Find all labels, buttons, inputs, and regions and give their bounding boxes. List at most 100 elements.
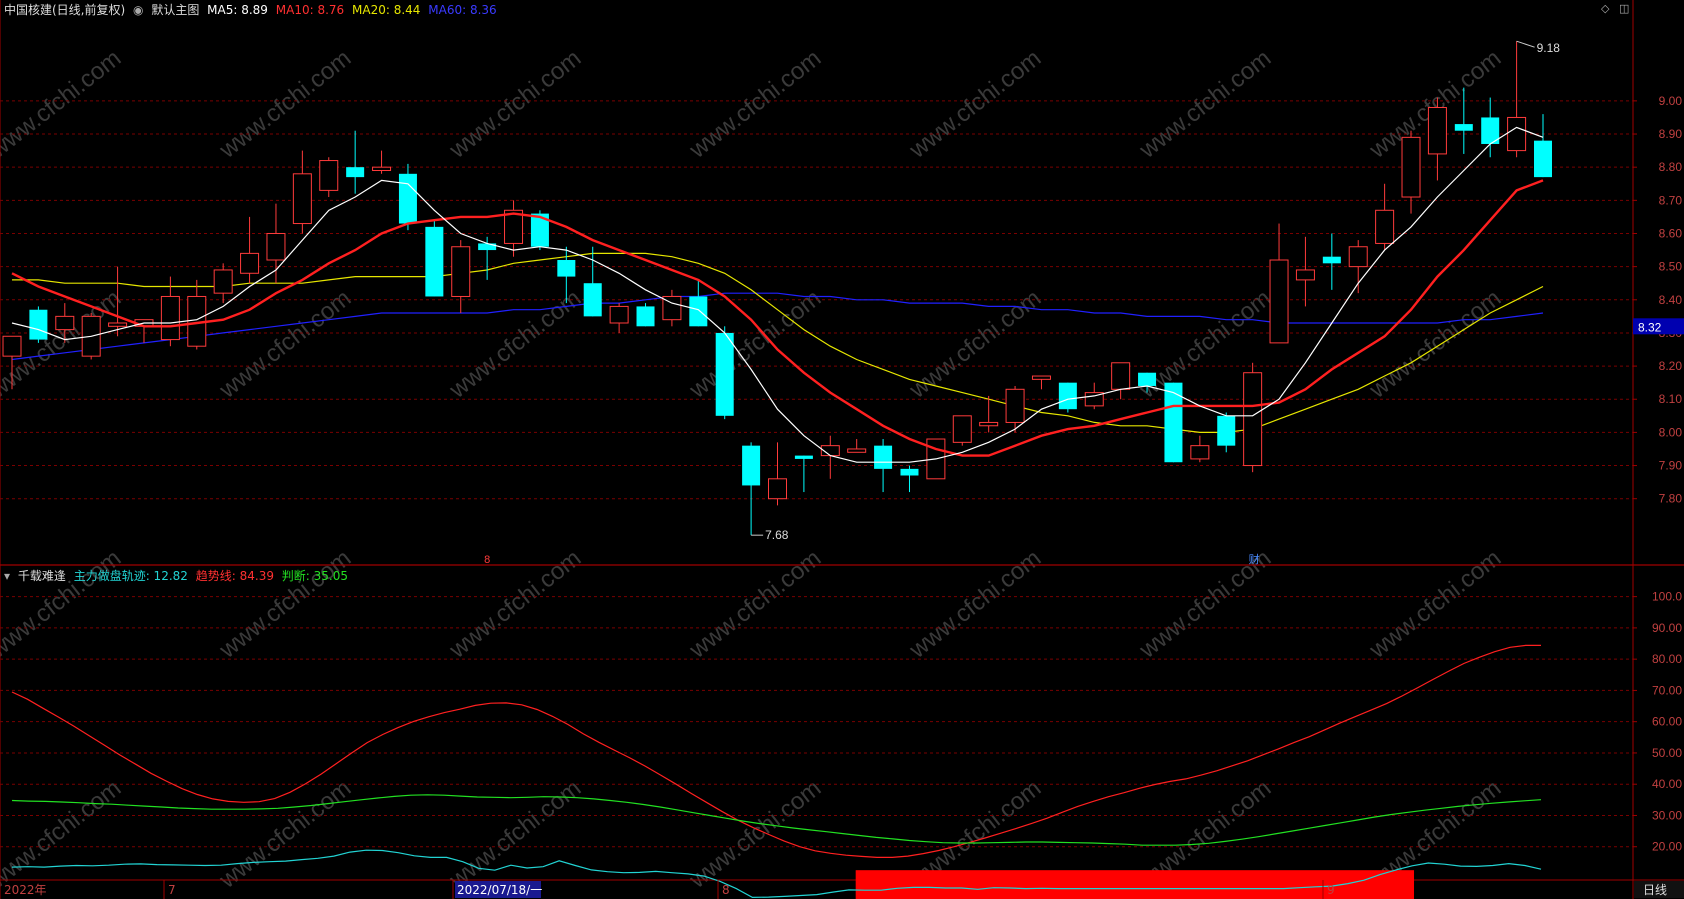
candle[interactable] [794, 455, 813, 493]
event-mark[interactable]: 财 [1249, 552, 1260, 566]
candle[interactable] [292, 150, 312, 234]
osc-tick-label: 20.00 [1652, 840, 1682, 854]
candle-body [1164, 382, 1183, 463]
candle[interactable] [319, 157, 339, 198]
candle[interactable] [1481, 97, 1500, 158]
price-tick-label: 8.40 [1659, 293, 1683, 307]
date-tick-label: 7 [168, 883, 176, 897]
candle[interactable] [1295, 236, 1315, 307]
period-label[interactable]: 日线 [1643, 883, 1667, 897]
low-marker-label: 7.68 [765, 528, 789, 542]
candle[interactable] [662, 289, 682, 327]
osc-tick-label: 90.00 [1652, 621, 1682, 635]
candle-body [266, 232, 286, 261]
candle[interactable] [240, 216, 260, 284]
candle[interactable] [398, 163, 417, 231]
candle-body [2, 335, 22, 357]
stock-title[interactable]: 中国核建(日线,前复权) [4, 3, 125, 17]
candle[interactable] [715, 326, 734, 420]
candle[interactable] [372, 150, 392, 174]
candle-body [1454, 124, 1473, 131]
candle[interactable] [1534, 114, 1552, 178]
window-toggle-icon[interactable]: ◫ [1619, 2, 1629, 15]
ma5-line [11, 126, 1544, 463]
candle[interactable] [636, 303, 655, 327]
candle[interactable] [1190, 435, 1210, 463]
candle[interactable] [900, 465, 919, 493]
candle[interactable] [1217, 412, 1236, 453]
candle[interactable] [266, 203, 286, 284]
watermark-text: www.cfchi.com [1364, 285, 1506, 405]
watermark-text: www.cfchi.com [444, 45, 586, 165]
watermark-text: www.cfchi.com [444, 285, 586, 405]
candle[interactable] [609, 303, 629, 333]
osc-tick-label: 100.0 [1652, 590, 1682, 604]
candle[interactable] [346, 130, 365, 194]
template-icon[interactable]: ◉ [133, 3, 143, 17]
candle[interactable] [874, 439, 893, 493]
candle[interactable] [1111, 362, 1131, 400]
candle[interactable] [1322, 233, 1341, 290]
candle[interactable] [1164, 382, 1183, 463]
candle-body [1269, 259, 1289, 344]
candle[interactable] [1401, 130, 1421, 214]
candle[interactable] [1427, 97, 1447, 181]
candle-body [900, 468, 919, 476]
candle[interactable] [1348, 240, 1368, 294]
candle[interactable] [768, 442, 787, 506]
ma10-value: MA10: 8.76 [275, 3, 345, 17]
candle[interactable] [847, 439, 867, 453]
osc-tick-label: 70.00 [1652, 683, 1682, 697]
candle-body [636, 306, 655, 327]
candle[interactable] [952, 415, 972, 446]
candle[interactable] [451, 240, 471, 314]
watermark-text: www.cfchi.com [904, 545, 1046, 665]
candle-body [1058, 382, 1077, 410]
trend-value: 趋势线: 84.39 [195, 569, 274, 583]
candle-body [1322, 256, 1341, 264]
osc-tick-label: 30.00 [1652, 808, 1682, 822]
judge-value: 判断: 35.05 [281, 569, 349, 583]
price-tick-label: 8.60 [1659, 226, 1683, 240]
candle-body [1427, 107, 1447, 155]
candle[interactable] [689, 279, 708, 327]
high-marker-label: 9.18 [1537, 41, 1561, 55]
ma60-value: MA60: 8.36 [428, 3, 497, 17]
candle[interactable] [742, 442, 761, 536]
candle[interactable] [1269, 223, 1289, 344]
candle-body [1217, 415, 1236, 446]
current-price-label: 8.32 [1638, 320, 1662, 334]
indicator-menu-icon[interactable]: ▾ [4, 569, 10, 583]
candle[interactable] [1375, 183, 1395, 251]
template-label[interactable]: 默认主图 [151, 3, 199, 17]
candle-body [1375, 209, 1395, 244]
diamond-icon[interactable]: ◇ [1601, 2, 1609, 15]
candle-body [1295, 269, 1315, 281]
candle[interactable] [1031, 375, 1051, 390]
candle-body [794, 455, 813, 459]
candle-body [398, 173, 417, 224]
watermark-text: www.cfchi.com [214, 285, 356, 405]
candle[interactable] [187, 279, 207, 350]
ma5-value: MA5: 8.89 [207, 3, 268, 17]
price-chart[interactable] [2, 41, 1552, 536]
watermark-text: www.cfchi.com [904, 45, 1046, 165]
osc-tick-label: 50.00 [1652, 746, 1682, 760]
candle[interactable] [1507, 41, 1527, 158]
candle[interactable] [425, 220, 444, 297]
watermark-text: www.cfchi.com [444, 545, 586, 665]
watermark-text: www.cfchi.com [0, 775, 126, 895]
indicator-name[interactable]: 千载难逢 [18, 569, 66, 583]
candle-body [979, 421, 999, 427]
candle-body [609, 305, 629, 324]
candle[interactable] [1058, 382, 1077, 413]
candle[interactable] [1243, 362, 1263, 473]
candle-body [689, 296, 708, 327]
chart-canvas[interactable]: www.cfchi.com www.cfchi.com www.cfchi.com w… [0, 0, 1684, 899]
watermark-text: www.cfchi.com [0, 545, 126, 665]
candle[interactable] [29, 306, 48, 343]
price-tick-label: 8.50 [1659, 260, 1683, 274]
candle-body [1005, 388, 1025, 423]
candle[interactable] [1005, 385, 1025, 433]
candle[interactable] [213, 263, 233, 304]
